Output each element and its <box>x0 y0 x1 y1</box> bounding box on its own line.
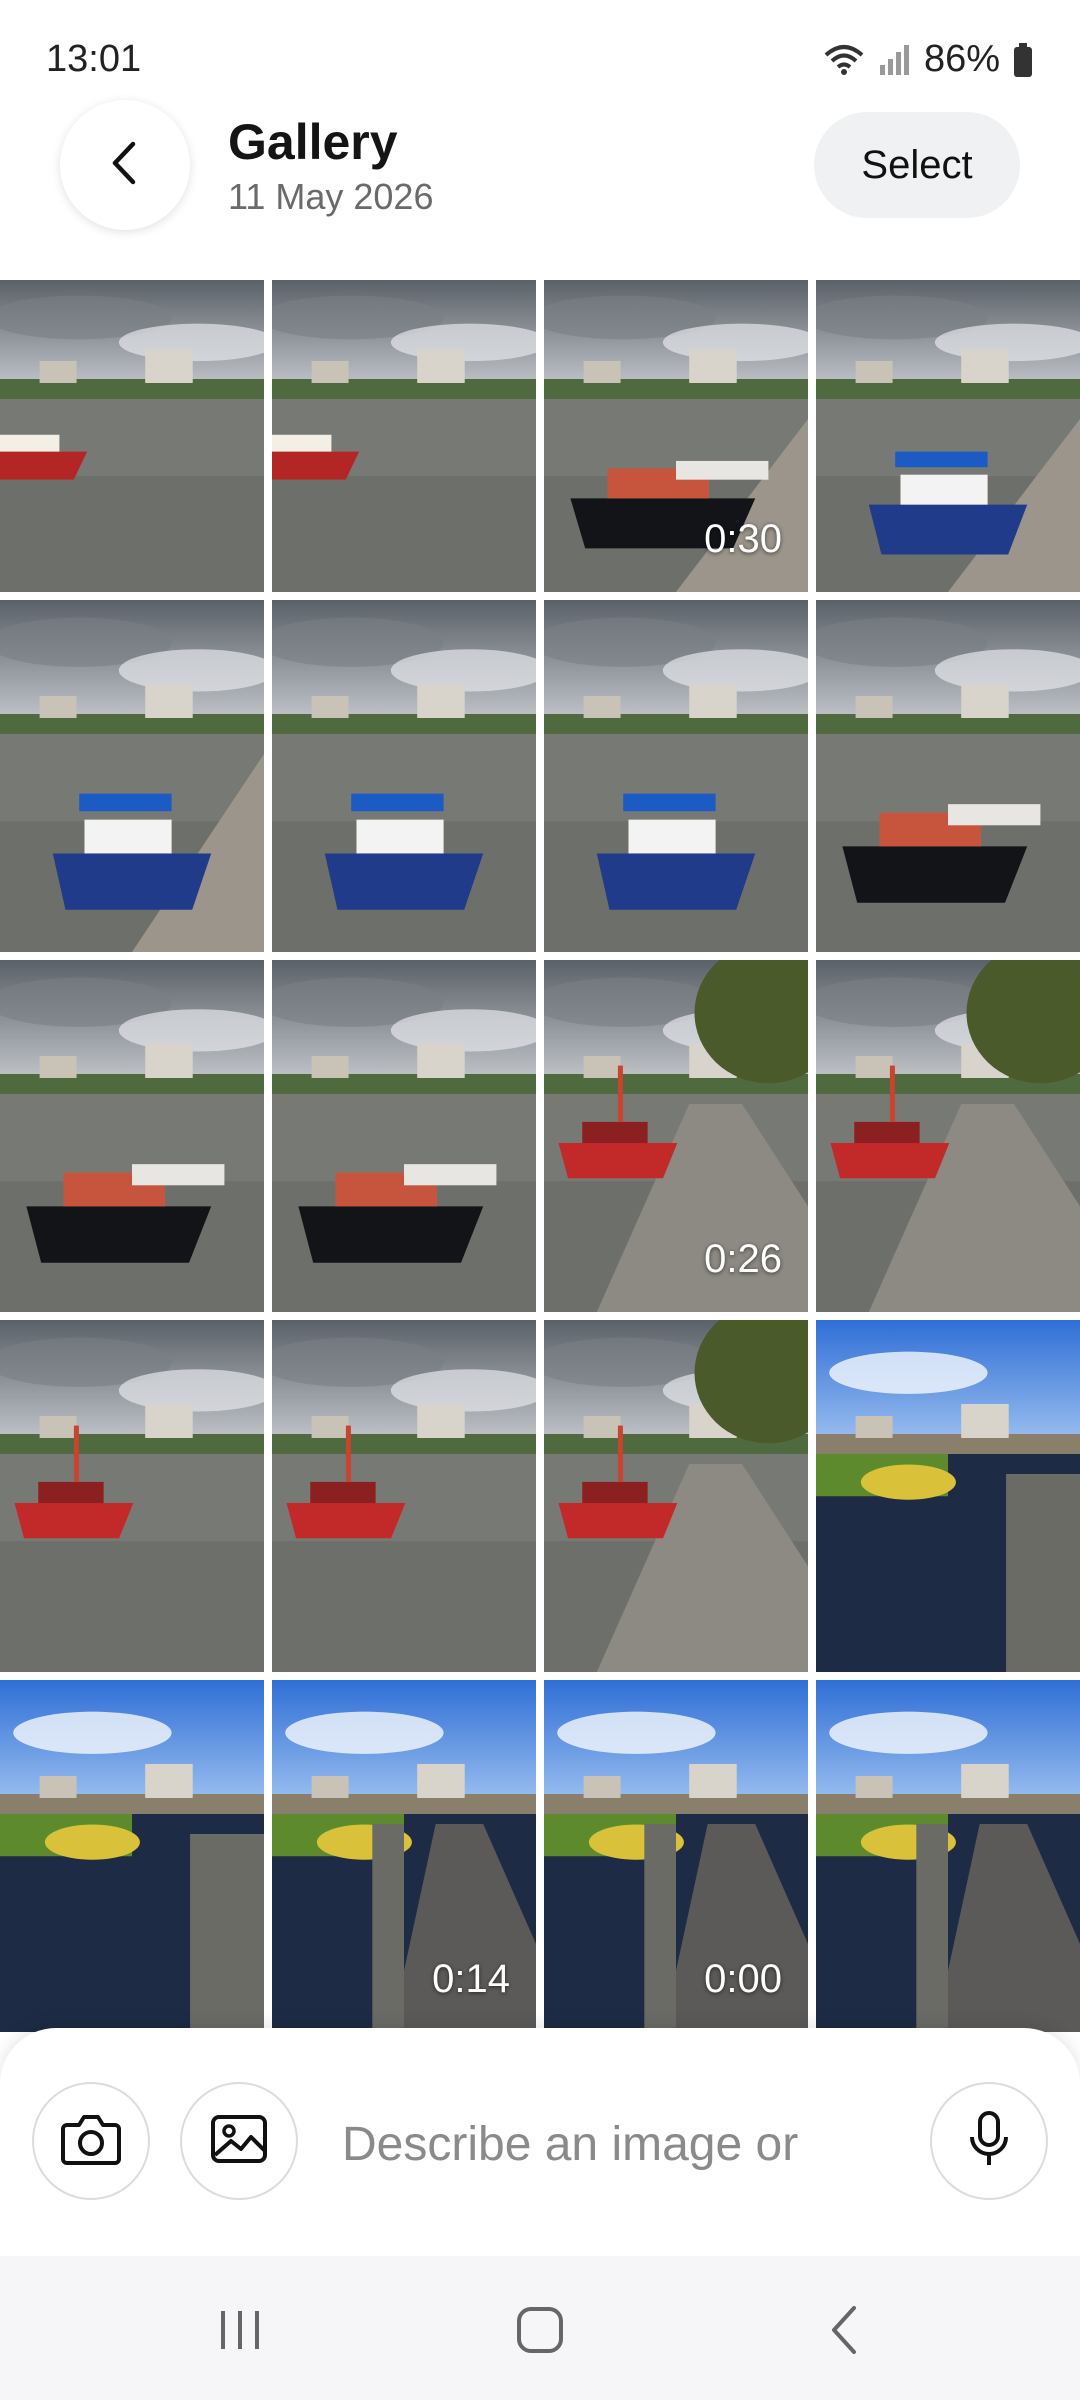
photo-thumbnail[interactable] <box>816 1680 1080 2032</box>
page-title: Gallery <box>228 114 398 170</box>
home-icon <box>515 2305 565 2360</box>
video-thumbnail[interactable]: 0:30 <box>544 280 808 592</box>
photo-thumbnail[interactable] <box>272 960 536 1312</box>
status-bar: 13:01 86% <box>0 0 1080 110</box>
microphone-icon <box>967 2109 1011 2174</box>
image-icon <box>209 2111 269 2172</box>
photo-thumbnail[interactable] <box>816 1320 1080 1672</box>
video-thumbnail[interactable]: 0:00 <box>544 1680 808 2032</box>
status-time: 13:01 <box>46 38 142 80</box>
video-duration: 0:30 <box>704 517 782 561</box>
recent-apps-icon <box>215 2307 265 2358</box>
status-indicators: 86% <box>822 38 1034 81</box>
video-duration: 0:14 <box>432 1957 510 2001</box>
camera-button[interactable] <box>32 2082 150 2200</box>
photo-thumbnail[interactable] <box>544 600 808 952</box>
photo-thumbnail[interactable] <box>0 1320 264 1672</box>
photo-thumbnail[interactable] <box>816 280 1080 592</box>
video-thumbnail[interactable]: 0:26 <box>544 960 808 1312</box>
photo-thumbnail[interactable] <box>272 1320 536 1672</box>
photo-thumbnail[interactable] <box>544 1320 808 1672</box>
photo-thumbnail[interactable] <box>0 1680 264 2032</box>
photo-thumbnail[interactable] <box>816 960 1080 1312</box>
photo-thumbnail[interactable] <box>0 600 264 952</box>
chevron-left-icon <box>105 140 145 191</box>
home-button[interactable] <box>500 2292 580 2372</box>
wifi-icon <box>822 43 866 77</box>
photo-thumbnail[interactable] <box>816 600 1080 952</box>
camera-icon <box>59 2111 123 2172</box>
title-block: Gallery 11 May 2026 <box>228 114 433 218</box>
gallery-button[interactable] <box>180 2082 298 2200</box>
video-duration: 0:26 <box>704 1237 782 1281</box>
microphone-button[interactable] <box>930 2082 1048 2200</box>
app-header: Gallery 11 May 2026 Select <box>0 96 1080 276</box>
back-icon <box>826 2304 862 2361</box>
battery-percent: 86% <box>923 38 1000 80</box>
page-date: 11 May 2026 <box>228 176 434 217</box>
photo-thumbnail[interactable] <box>0 960 264 1312</box>
prompt-bar <box>0 2028 1080 2256</box>
photo-thumbnail[interactable] <box>272 280 536 592</box>
photo-thumbnail[interactable] <box>272 600 536 952</box>
video-duration: 0:00 <box>704 1957 782 2001</box>
describe-image-input[interactable] <box>340 2108 904 2180</box>
system-nav-bar <box>0 2256 1080 2400</box>
photo-thumbnail[interactable] <box>0 280 264 592</box>
battery-icon <box>1012 42 1034 78</box>
recent-apps-button[interactable] <box>200 2292 280 2372</box>
select-button[interactable]: Select <box>814 112 1020 218</box>
signal-icon <box>878 43 912 77</box>
nav-back-button[interactable] <box>804 2292 884 2372</box>
video-thumbnail[interactable]: 0:14 <box>272 1680 536 2032</box>
back-button[interactable] <box>60 100 190 230</box>
